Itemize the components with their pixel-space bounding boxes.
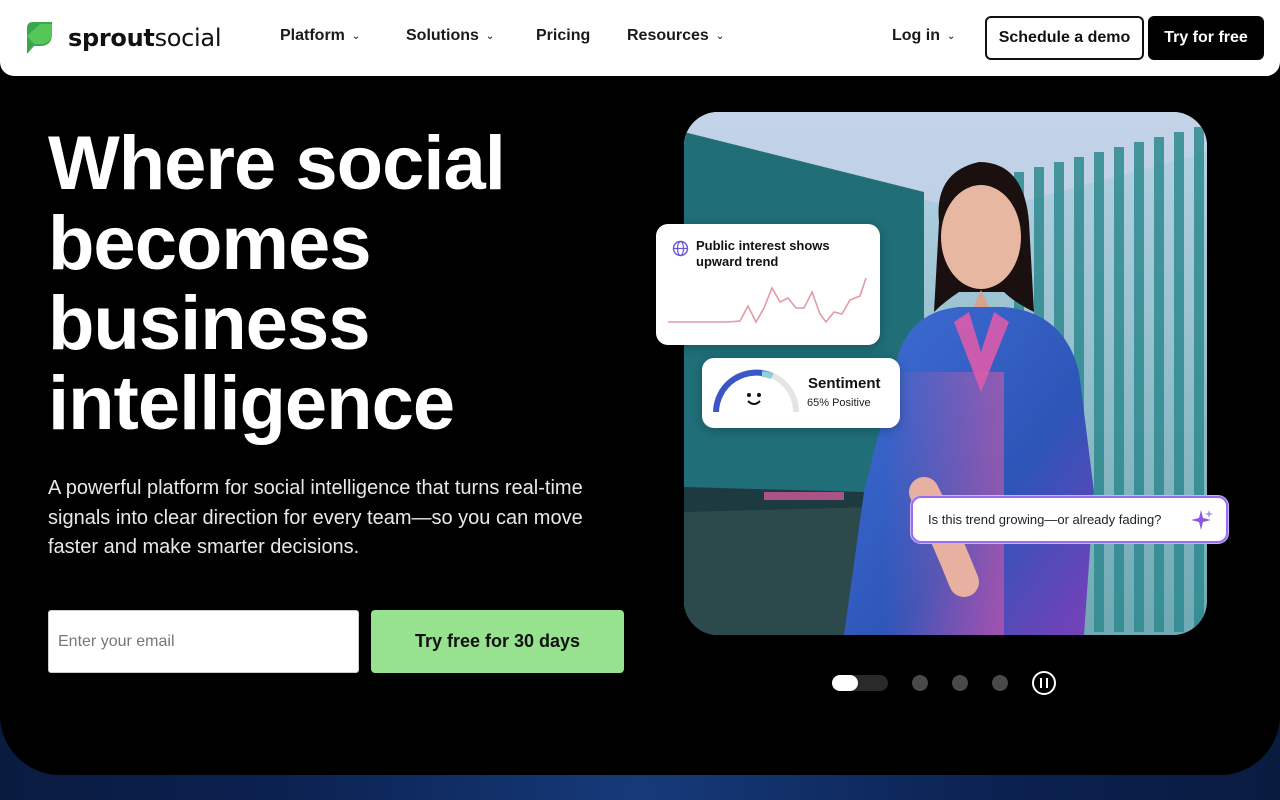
headline-line: business <box>48 281 370 366</box>
sentiment-card: Sentiment 65% Positive <box>702 358 900 428</box>
trend-card: Public interest shows upward trend <box>656 224 880 345</box>
login-label: Log in <box>892 27 940 44</box>
site-header: sproutsocial Platform ⌄ Solutions ⌄ Pric… <box>0 0 1280 76</box>
trend-card-title: Public interest shows upward trend <box>696 238 830 269</box>
nav-pricing-label: Pricing <box>536 27 591 44</box>
nav-platform[interactable]: Platform ⌄ <box>280 27 360 45</box>
nav-solutions[interactable]: Solutions ⌄ <box>406 27 494 45</box>
nav-pricing[interactable]: Pricing <box>536 27 590 45</box>
sentiment-value: 65% Positive <box>807 397 871 409</box>
nav-solutions-label: Solutions <box>406 27 479 44</box>
chevron-down-icon: ⌄ <box>485 30 495 42</box>
hero-section: sproutsocial Platform ⌄ Solutions ⌄ Pric… <box>0 0 1280 775</box>
carousel-dot-active[interactable] <box>832 675 888 691</box>
headline-line: Where social <box>48 121 506 206</box>
email-input[interactable] <box>48 610 359 673</box>
chevron-down-icon: ⌄ <box>351 30 361 42</box>
headline-line: intelligence <box>48 361 455 446</box>
sprout-social-logo[interactable]: sproutsocial <box>24 20 222 56</box>
headline-line: becomes <box>48 201 372 286</box>
nav-resources-label: Resources <box>627 27 709 44</box>
pause-icon[interactable] <box>1032 671 1056 695</box>
chevron-down-icon: ⌄ <box>946 30 956 42</box>
login-menu[interactable]: Log in ⌄ <box>892 27 955 45</box>
carousel-dot[interactable] <box>952 675 968 691</box>
sentiment-title: Sentiment <box>808 375 881 392</box>
nav-platform-label: Platform <box>280 27 345 44</box>
ai-question-text: Is this trend growing—or already fading? <box>928 512 1162 527</box>
sparkle-icon <box>1191 510 1213 530</box>
try-free-30-days-button[interactable]: Try free for 30 days <box>371 610 624 673</box>
chevron-down-icon: ⌄ <box>715 30 725 42</box>
trend-sparkline <box>668 278 867 324</box>
carousel-dot[interactable] <box>992 675 1008 691</box>
schedule-demo-button[interactable]: Schedule a demo <box>985 16 1144 60</box>
hero-headline: Where social becomes business intelligen… <box>48 124 608 444</box>
sprout-leaf-icon <box>27 22 52 54</box>
nav-resources[interactable]: Resources ⌄ <box>627 27 724 45</box>
logo-wordmark: sproutsocial <box>68 24 222 52</box>
try-for-free-button[interactable]: Try for free <box>1148 16 1264 60</box>
globe-icon <box>672 240 689 257</box>
sentiment-gauge <box>713 369 799 413</box>
hero-subtitle: A powerful platform for social intellige… <box>48 477 583 558</box>
carousel-dot[interactable] <box>912 675 928 691</box>
ai-question-card: Is this trend growing—or already fading? <box>911 496 1228 543</box>
